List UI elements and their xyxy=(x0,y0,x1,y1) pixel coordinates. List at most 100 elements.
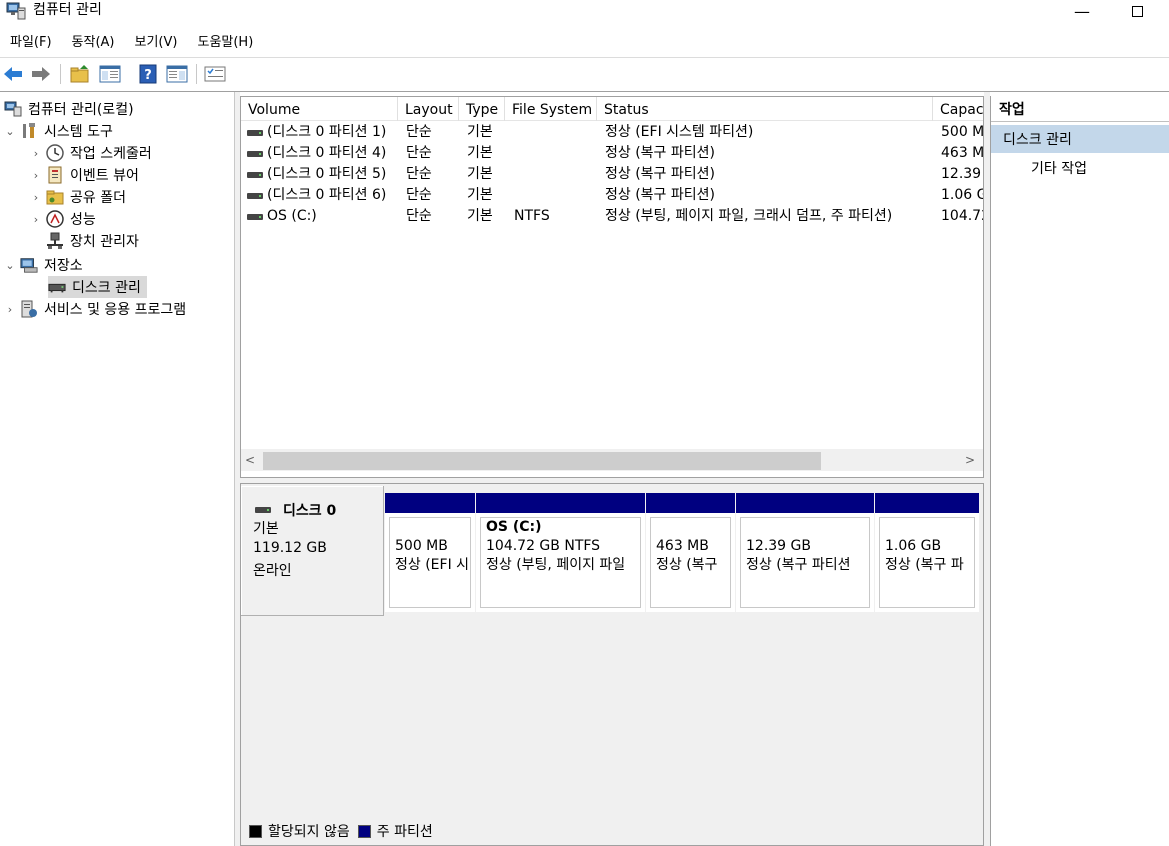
tree-label: 디스크 관리 xyxy=(72,280,141,296)
disk-kind: 기본 xyxy=(253,521,279,537)
chevron-right-icon[interactable]: › xyxy=(30,169,42,182)
toolbar: ? xyxy=(0,60,1169,88)
legend-swatch-unallocated xyxy=(249,824,262,838)
partition-status: 정상 (부팅, 페이지 파일 xyxy=(486,557,626,573)
chevron-right-icon[interactable]: › xyxy=(30,147,42,160)
cell-status: 정상 (부팅, 페이지 파일, 크래시 덤프, 주 파티션) xyxy=(605,208,893,224)
cell-status: 정상 (복구 파티션) xyxy=(605,145,715,161)
tree-label: 장치 관리자 xyxy=(70,234,139,250)
menu-action[interactable]: 동작(A) xyxy=(62,32,125,56)
partition-bar xyxy=(875,493,979,513)
cell-volume: OS (C:) xyxy=(267,208,317,224)
tree-device-manager[interactable]: 장치 관리자 xyxy=(46,230,139,252)
cell-status: 정상 (복구 파티션) xyxy=(605,166,715,182)
scroll-left-icon[interactable]: < xyxy=(245,449,255,471)
minimize-button[interactable]: — xyxy=(1062,0,1102,22)
chevron-down-icon[interactable]: ⌄ xyxy=(4,125,16,138)
cell-status: 정상 (EFI 시스템 파티션) xyxy=(605,124,754,140)
table-row[interactable]: (디스크 0 파티션 6) 단순 기본 정상 (복구 파티션) 1.06 G xyxy=(241,185,983,206)
maximize-button[interactable] xyxy=(1117,0,1157,22)
volume-icon xyxy=(247,213,263,220)
cell-capacity: 500 M xyxy=(941,124,984,140)
partition-size: 12.39 GB xyxy=(746,538,811,554)
tree-storage[interactable]: ⌄ 저장소 xyxy=(4,254,82,276)
menu-file[interactable]: 파일(F) xyxy=(0,32,62,56)
table-row[interactable]: (디스크 0 파티션 5) 단순 기본 정상 (복구 파티션) 12.39 ( xyxy=(241,164,983,185)
legend-item-unallocated: 할당되지 않음 xyxy=(249,821,350,841)
cell-type: 기본 xyxy=(467,208,493,224)
forward-button[interactable] xyxy=(30,63,52,85)
column-header-capacity[interactable]: Capaci xyxy=(933,97,983,121)
title-bar: 컴퓨터 관리 — xyxy=(0,0,1169,26)
storage-icon xyxy=(20,256,38,274)
performance-icon xyxy=(46,210,64,228)
cell-capacity: 463 M xyxy=(941,145,984,161)
tree-performance[interactable]: › 성능 xyxy=(30,208,96,230)
volume-icon xyxy=(247,171,263,178)
chevron-down-icon[interactable]: ⌄ xyxy=(4,259,16,272)
window-title: 컴퓨터 관리 xyxy=(33,2,102,18)
tree-event-viewer[interactable]: › 이벤트 뷰어 xyxy=(30,164,139,186)
partition-block[interactable]: 1.06 GB 정상 (복구 파 xyxy=(875,493,979,612)
menu-help[interactable]: 도움말(H) xyxy=(187,32,263,56)
toolbar-divider xyxy=(0,91,1169,92)
table-row[interactable]: (디스크 0 파티션 4) 단순 기본 정상 (복구 파티션) 463 M xyxy=(241,143,984,164)
disk-drive-icon xyxy=(48,278,66,296)
properties-button[interactable] xyxy=(204,63,226,85)
column-header-volume[interactable]: Volume xyxy=(241,97,398,121)
partition-name xyxy=(885,518,974,537)
console-tree-icon xyxy=(99,65,121,83)
tree-services[interactable]: › 서비스 및 응용 프로그램 xyxy=(4,298,186,320)
tree-root[interactable]: 컴퓨터 관리(로컬) xyxy=(4,98,134,120)
clock-icon xyxy=(46,144,64,162)
up-folder-icon xyxy=(70,65,89,83)
help-button[interactable]: ? xyxy=(137,63,159,85)
actions-more[interactable]: 기타 작업 xyxy=(1031,158,1087,180)
column-header-type[interactable]: Type xyxy=(459,97,505,121)
table-row[interactable]: (디스크 0 파티션 1) 단순 기본 정상 (EFI 시스템 파티션) 500… xyxy=(241,122,984,143)
tree-disk-management[interactable]: 디스크 관리 xyxy=(48,276,147,298)
tree-label: 시스템 도구 xyxy=(44,124,113,140)
partition-block[interactable]: OS (C:) 104.72 GB NTFS 정상 (부팅, 페이지 파일 xyxy=(476,493,645,612)
cell-volume: (디스크 0 파티션 4) xyxy=(267,145,387,161)
partition-block[interactable]: 12.39 GB 정상 (복구 파티션 xyxy=(736,493,874,612)
tree-system-tools[interactable]: ⌄ 시스템 도구 xyxy=(4,120,113,142)
cell-type: 기본 xyxy=(467,166,493,182)
scrollbar-thumb[interactable] xyxy=(263,452,821,470)
tools-icon xyxy=(20,122,38,140)
column-header-status[interactable]: Status xyxy=(597,97,933,121)
cell-layout: 단순 xyxy=(406,145,432,161)
partition-block[interactable]: 463 MB 정상 (복구 xyxy=(646,493,735,612)
device-manager-icon xyxy=(46,232,64,250)
show-action-pane-button[interactable] xyxy=(166,63,188,85)
back-button[interactable] xyxy=(2,63,24,85)
actions-section-disk-management[interactable]: 디스크 관리 xyxy=(991,125,1169,153)
disk-info-card[interactable]: 디스크 0 기본 119.12 GB 온라인 xyxy=(241,486,384,616)
menu-view[interactable]: 보기(V) xyxy=(125,32,188,56)
cell-volume: (디스크 0 파티션 1) xyxy=(267,124,387,140)
disk-graphical-view: 디스크 0 기본 119.12 GB 온라인 500 MB 정상 (EFI 시 … xyxy=(240,483,984,846)
volume-icon xyxy=(247,129,263,136)
horizontal-scrollbar[interactable]: < > xyxy=(241,449,983,471)
up-folder-button[interactable] xyxy=(69,63,91,85)
partition-status: 정상 (EFI 시 xyxy=(395,557,470,573)
column-header-filesystem[interactable]: File System xyxy=(505,97,597,121)
tree-label: 작업 스케줄러 xyxy=(70,146,152,162)
computer-management-icon xyxy=(6,2,26,20)
chevron-right-icon[interactable]: › xyxy=(4,303,16,316)
chevron-right-icon[interactable]: › xyxy=(30,191,42,204)
show-tree-button[interactable] xyxy=(99,63,121,85)
properties-icon xyxy=(204,66,226,82)
table-row[interactable]: OS (C:) 단순 기본 NTFS 정상 (부팅, 페이지 파일, 크래시 덤… xyxy=(241,206,983,227)
volume-list: Volume Layout Type File System Status Ca… xyxy=(240,96,984,478)
disk-state: 온라인 xyxy=(253,563,292,579)
column-header-layout[interactable]: Layout xyxy=(398,97,459,121)
legend-label: 할당되지 않음 xyxy=(268,824,350,840)
tree-task-scheduler[interactable]: › 작업 스케줄러 xyxy=(30,142,152,164)
scroll-right-icon[interactable]: > xyxy=(965,449,975,471)
cell-capacity: 12.39 ( xyxy=(941,166,983,182)
tree-shared-folders[interactable]: › 공유 폴더 xyxy=(30,186,126,208)
cell-filesystem: NTFS xyxy=(514,208,550,224)
partition-block[interactable]: 500 MB 정상 (EFI 시 xyxy=(385,493,475,612)
chevron-right-icon[interactable]: › xyxy=(30,213,42,226)
